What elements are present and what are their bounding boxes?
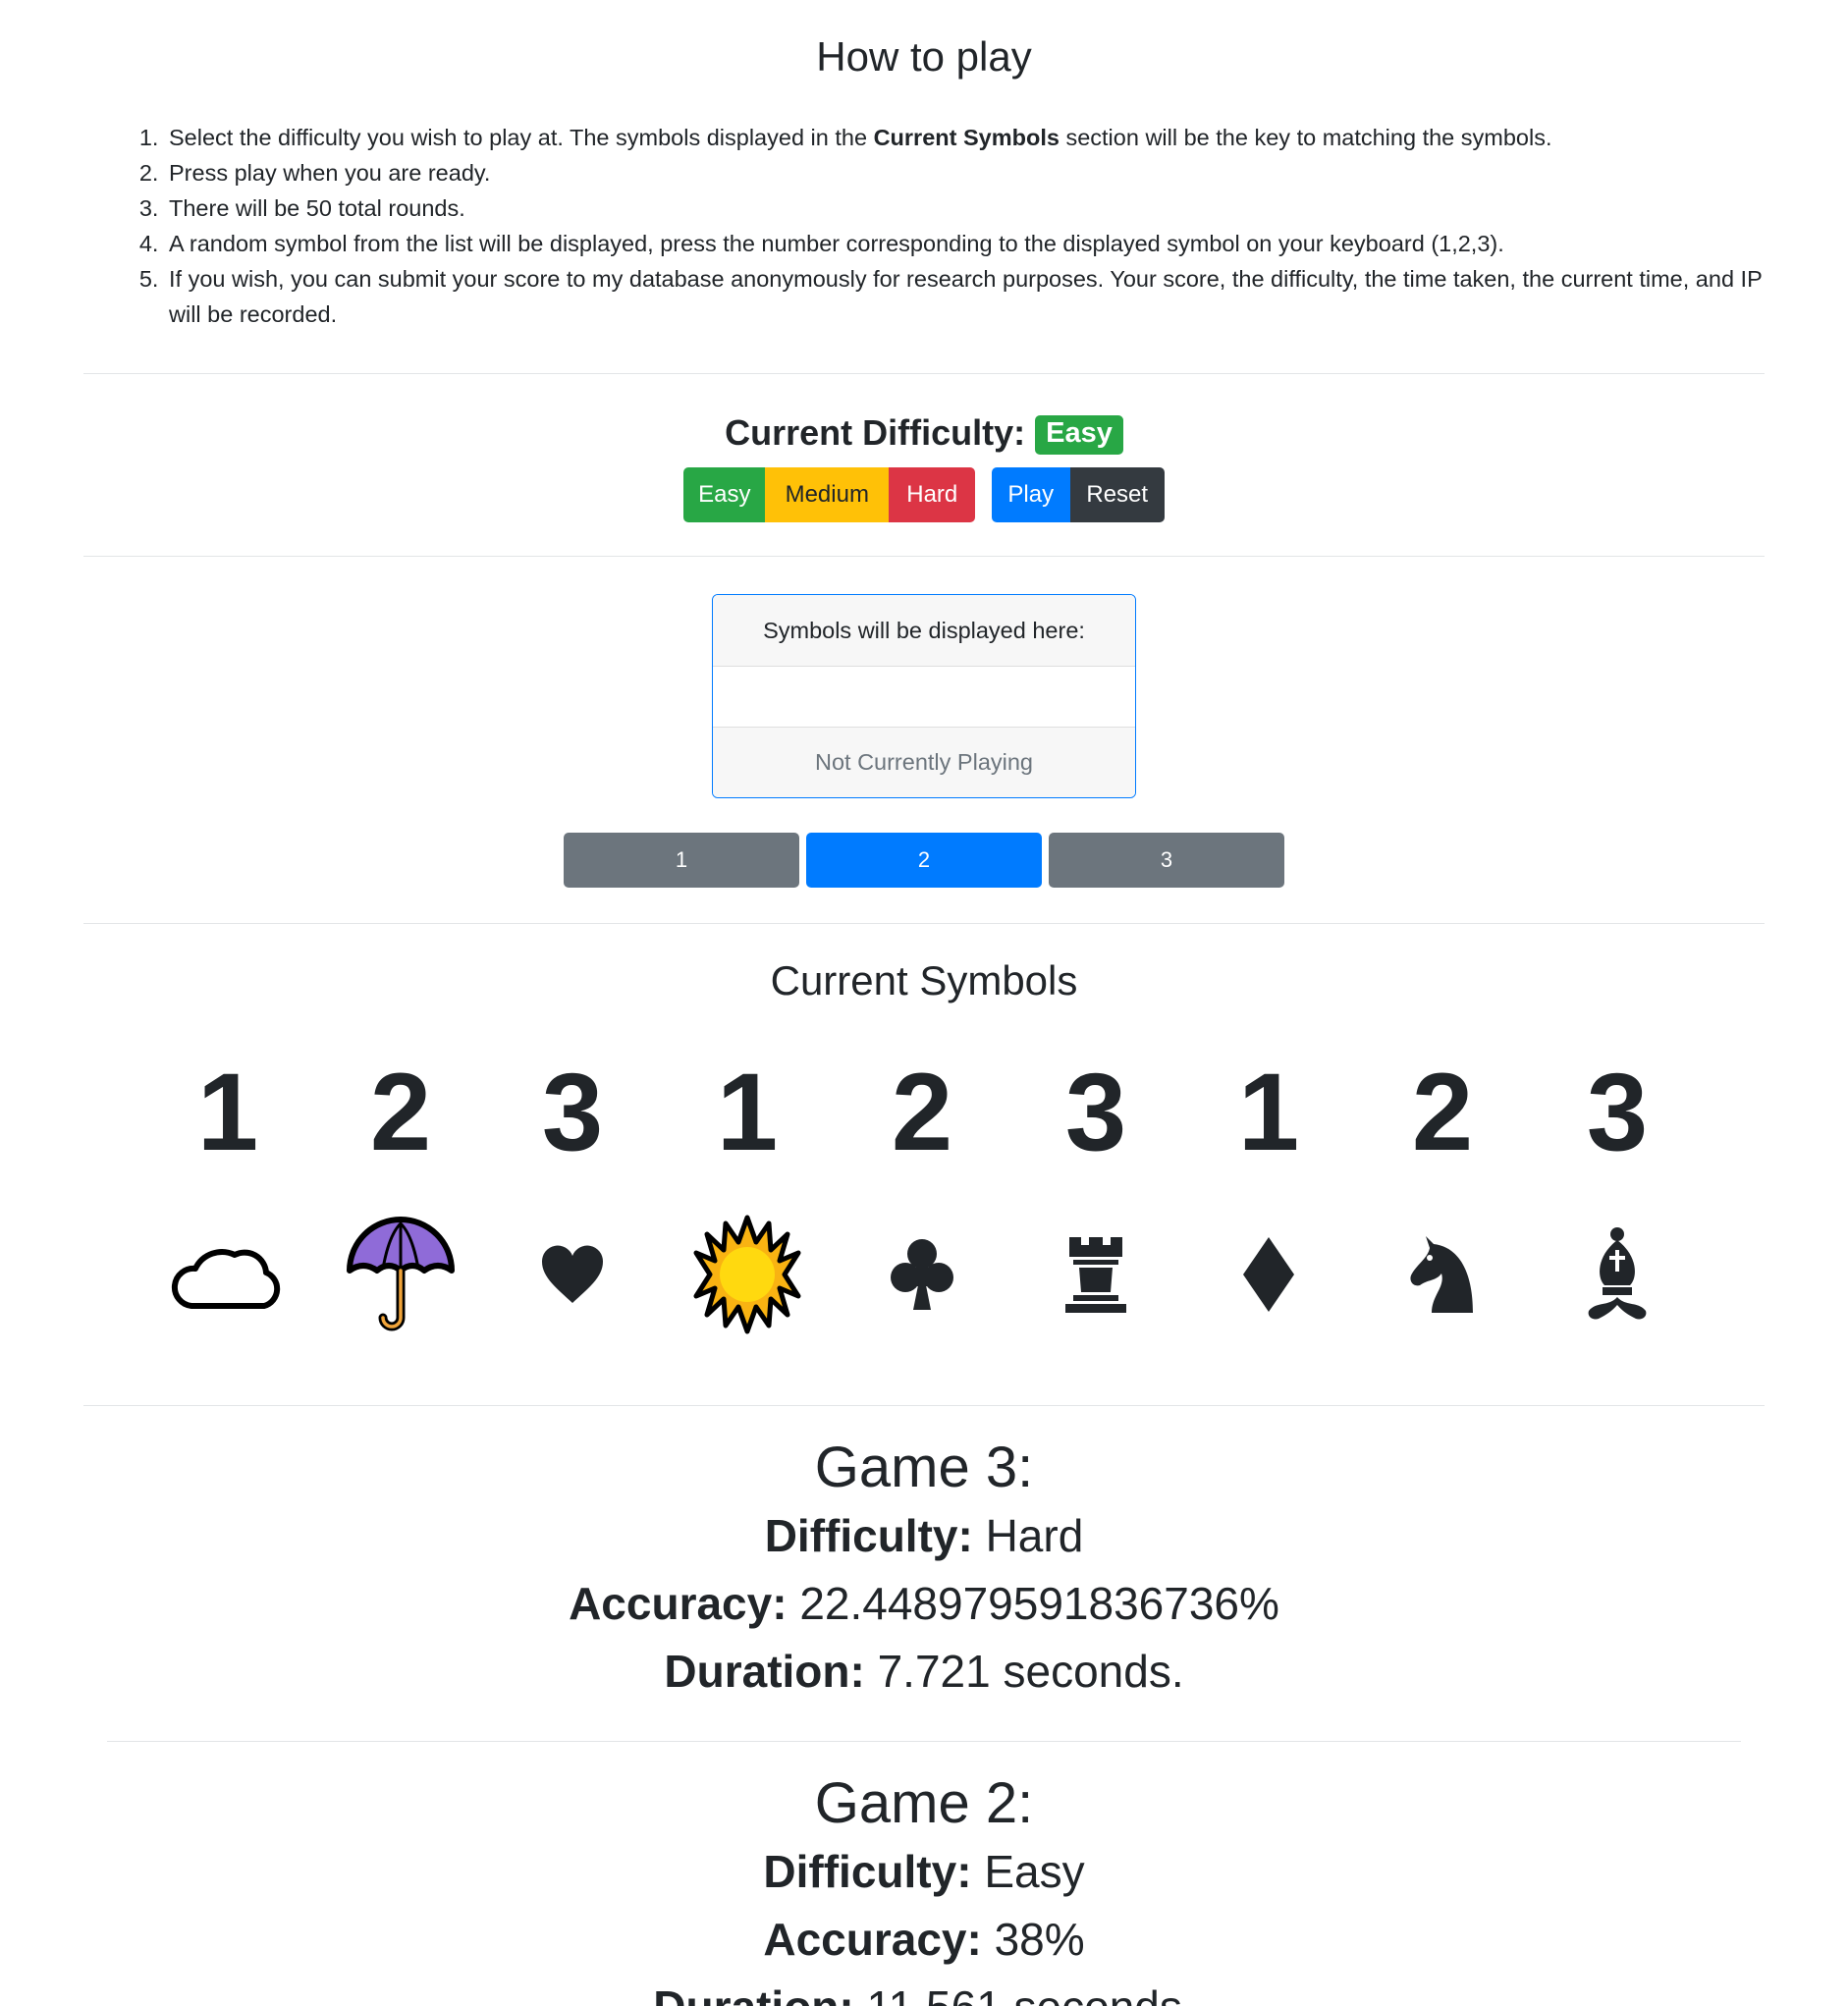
game-control-group: Play Reset [980, 467, 1165, 522]
instructions-list: Select the difficulty you wish to play a… [83, 120, 1765, 332]
club-icon [853, 1206, 991, 1343]
game-accuracy: Accuracy: 38% [763, 1914, 1085, 1965]
instruction-item: Select the difficulty you wish to play a… [165, 120, 1765, 155]
answer-button-3[interactable]: 3 [1049, 833, 1284, 888]
cloud-icon [159, 1206, 297, 1343]
game-accuracy: Accuracy: 22.448979591836736% [569, 1578, 1279, 1629]
game-difficulty: Difficulty: Easy [763, 1846, 1085, 1897]
bishop-icon [1549, 1206, 1686, 1343]
symbol-number: 1 [716, 1051, 779, 1173]
main-container: How to play Select the difficulty you wi… [83, 0, 1765, 2006]
symbol-key-item: 3 [504, 1049, 641, 1303]
sun-icon [679, 1206, 816, 1343]
symbol-key-item: 1 [679, 1049, 816, 1334]
instruction-item: There will be 50 total rounds. [165, 190, 1765, 226]
symbol-key-item: 2 [332, 1049, 469, 1331]
symbol-key-item: 3 [1027, 1049, 1165, 1313]
game-title: Game 2: [814, 1771, 1034, 1835]
difficulty-badge: Easy [1035, 415, 1123, 455]
divider [107, 1741, 1741, 1742]
game-result: Game 3: Difficulty: Hard Accuracy: 22.44… [83, 1434, 1765, 1706]
knight-icon [1374, 1206, 1511, 1343]
current-symbols-title: Current Symbols [770, 957, 1078, 1003]
symbol-number: 3 [541, 1051, 604, 1173]
divider [83, 1405, 1765, 1406]
instruction-item: A random symbol from the list will be di… [165, 226, 1765, 261]
symbol-number: 2 [369, 1051, 432, 1173]
difficulty-button-group: Easy Medium Hard [683, 467, 976, 522]
game-duration: Duration: 7.721 seconds. [664, 1646, 1184, 1697]
symbol-number: 3 [1586, 1051, 1649, 1173]
heart-icon [504, 1206, 641, 1343]
symbol-key-item: 2 [1374, 1049, 1511, 1313]
symbol-display-area [713, 667, 1135, 727]
divider [83, 556, 1765, 557]
symbol-number: 1 [196, 1051, 259, 1173]
difficulty-controls: Easy Medium Hard Play Reset [83, 467, 1765, 522]
umbrella-icon [332, 1206, 469, 1343]
instruction-item: Press play when you are ready. [165, 155, 1765, 190]
answer-button-2[interactable]: 2 [806, 833, 1042, 888]
symbol-number: 3 [1064, 1051, 1127, 1173]
game-title: Game 3: [814, 1436, 1034, 1499]
symbol-key-item: 3 [1549, 1049, 1686, 1320]
symbol-display-header: Symbols will be displayed here: [713, 595, 1135, 667]
symbol-number: 2 [891, 1051, 953, 1173]
divider [83, 923, 1765, 924]
play-button[interactable]: Play [991, 467, 1070, 522]
game-difficulty: Difficulty: Hard [764, 1510, 1084, 1561]
divider [83, 373, 1765, 374]
current-difficulty-heading: Current Difficulty: Easy [83, 412, 1765, 455]
diamond-icon [1200, 1206, 1337, 1343]
answer-buttons: 1 2 3 [564, 833, 1284, 888]
rook-icon [1027, 1206, 1165, 1343]
game-duration: Duration: 11.561 seconds. [83, 1974, 1765, 2006]
instruction-item: If you wish, you can submit your score t… [165, 261, 1765, 332]
answer-button-1[interactable]: 1 [564, 833, 799, 888]
current-symbols-emphasis: Current Symbols [873, 125, 1060, 150]
hard-button[interactable]: Hard [889, 467, 976, 522]
easy-button[interactable]: Easy [683, 467, 766, 522]
reset-button[interactable]: Reset [1069, 467, 1165, 522]
symbol-number: 2 [1411, 1051, 1474, 1173]
play-status: Not Currently Playing [713, 727, 1135, 797]
symbol-key-item: 1 [159, 1049, 297, 1309]
symbol-display-card: Symbols will be displayed here: Not Curr… [712, 594, 1136, 798]
medium-button[interactable]: Medium [765, 467, 890, 522]
symbol-number: 1 [1237, 1051, 1300, 1173]
symbol-key-item: 2 [853, 1049, 991, 1310]
how-to-play-title: How to play [816, 33, 1032, 80]
game-result: Game 2: Difficulty: Easy Accuracy: 38% D… [83, 1769, 1765, 2006]
symbol-key-item: 1 [1200, 1049, 1337, 1312]
